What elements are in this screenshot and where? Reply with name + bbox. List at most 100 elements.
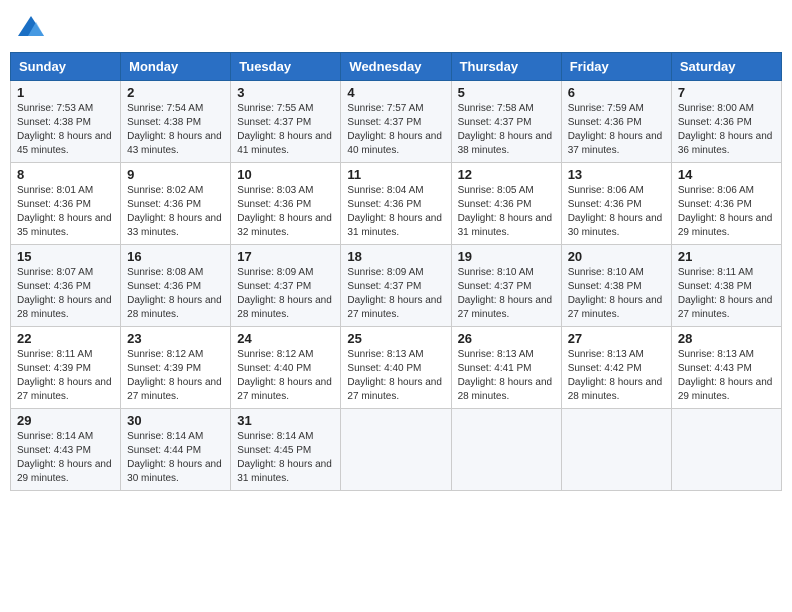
day-number: 30 [127,413,224,428]
calendar-cell: 27 Sunrise: 8:13 AMSunset: 4:42 PMDaylig… [561,327,671,409]
weekday-saturday: Saturday [671,53,781,81]
calendar-cell: 4 Sunrise: 7:57 AMSunset: 4:37 PMDayligh… [341,81,451,163]
calendar-cell: 20 Sunrise: 8:10 AMSunset: 4:38 PMDaylig… [561,245,671,327]
day-detail: Sunrise: 8:09 AMSunset: 4:37 PMDaylight:… [237,266,334,322]
calendar-cell: 2 Sunrise: 7:54 AMSunset: 4:38 PMDayligh… [121,81,231,163]
day-number: 10 [237,167,334,182]
day-detail: Sunrise: 8:10 AMSunset: 4:38 PMDaylight:… [568,266,665,322]
calendar-cell: 11 Sunrise: 8:04 AMSunset: 4:36 PMDaylig… [341,163,451,245]
weekday-monday: Monday [121,53,231,81]
weekday-friday: Friday [561,53,671,81]
day-number: 8 [17,167,114,182]
day-detail: Sunrise: 8:14 AMSunset: 4:43 PMDaylight:… [17,430,114,486]
day-number: 26 [458,331,555,346]
day-number: 7 [678,85,775,100]
calendar-cell: 6 Sunrise: 7:59 AMSunset: 4:36 PMDayligh… [561,81,671,163]
day-number: 4 [347,85,444,100]
day-detail: Sunrise: 8:09 AMSunset: 4:37 PMDaylight:… [347,266,444,322]
day-number: 28 [678,331,775,346]
day-detail: Sunrise: 8:13 AMSunset: 4:41 PMDaylight:… [458,348,555,404]
calendar-cell: 5 Sunrise: 7:58 AMSunset: 4:37 PMDayligh… [451,81,561,163]
day-detail: Sunrise: 8:00 AMSunset: 4:36 PMDaylight:… [678,102,775,158]
calendar-cell: 26 Sunrise: 8:13 AMSunset: 4:41 PMDaylig… [451,327,561,409]
day-detail: Sunrise: 8:14 AMSunset: 4:45 PMDaylight:… [237,430,334,486]
day-detail: Sunrise: 8:02 AMSunset: 4:36 PMDaylight:… [127,184,224,240]
day-detail: Sunrise: 8:11 AMSunset: 4:38 PMDaylight:… [678,266,775,322]
day-number: 6 [568,85,665,100]
calendar-cell [561,409,671,491]
weekday-header-row: SundayMondayTuesdayWednesdayThursdayFrid… [11,53,782,81]
logo-icon [16,14,46,42]
calendar-cell: 23 Sunrise: 8:12 AMSunset: 4:39 PMDaylig… [121,327,231,409]
calendar-cell: 15 Sunrise: 8:07 AMSunset: 4:36 PMDaylig… [11,245,121,327]
calendar-cell: 25 Sunrise: 8:13 AMSunset: 4:40 PMDaylig… [341,327,451,409]
calendar-cell: 29 Sunrise: 8:14 AMSunset: 4:43 PMDaylig… [11,409,121,491]
calendar-cell: 3 Sunrise: 7:55 AMSunset: 4:37 PMDayligh… [231,81,341,163]
calendar-week-2: 8 Sunrise: 8:01 AMSunset: 4:36 PMDayligh… [11,163,782,245]
calendar-cell [671,409,781,491]
calendar-cell: 9 Sunrise: 8:02 AMSunset: 4:36 PMDayligh… [121,163,231,245]
day-number: 14 [678,167,775,182]
day-detail: Sunrise: 8:04 AMSunset: 4:36 PMDaylight:… [347,184,444,240]
day-number: 12 [458,167,555,182]
day-detail: Sunrise: 8:08 AMSunset: 4:36 PMDaylight:… [127,266,224,322]
calendar-week-4: 22 Sunrise: 8:11 AMSunset: 4:39 PMDaylig… [11,327,782,409]
weekday-wednesday: Wednesday [341,53,451,81]
day-detail: Sunrise: 8:06 AMSunset: 4:36 PMDaylight:… [568,184,665,240]
day-number: 27 [568,331,665,346]
calendar-cell: 12 Sunrise: 8:05 AMSunset: 4:36 PMDaylig… [451,163,561,245]
calendar-cell: 22 Sunrise: 8:11 AMSunset: 4:39 PMDaylig… [11,327,121,409]
day-detail: Sunrise: 7:55 AMSunset: 4:37 PMDaylight:… [237,102,334,158]
day-detail: Sunrise: 8:12 AMSunset: 4:39 PMDaylight:… [127,348,224,404]
day-number: 13 [568,167,665,182]
calendar-cell [341,409,451,491]
day-number: 19 [458,249,555,264]
day-detail: Sunrise: 8:05 AMSunset: 4:36 PMDaylight:… [458,184,555,240]
calendar-cell: 28 Sunrise: 8:13 AMSunset: 4:43 PMDaylig… [671,327,781,409]
day-number: 18 [347,249,444,264]
day-detail: Sunrise: 7:57 AMSunset: 4:37 PMDaylight:… [347,102,444,158]
day-number: 17 [237,249,334,264]
day-number: 22 [17,331,114,346]
day-detail: Sunrise: 8:13 AMSunset: 4:40 PMDaylight:… [347,348,444,404]
weekday-tuesday: Tuesday [231,53,341,81]
day-number: 2 [127,85,224,100]
day-number: 16 [127,249,224,264]
day-number: 1 [17,85,114,100]
day-detail: Sunrise: 8:14 AMSunset: 4:44 PMDaylight:… [127,430,224,486]
day-number: 29 [17,413,114,428]
day-number: 25 [347,331,444,346]
day-number: 5 [458,85,555,100]
calendar-cell: 14 Sunrise: 8:06 AMSunset: 4:36 PMDaylig… [671,163,781,245]
day-number: 21 [678,249,775,264]
calendar-cell: 18 Sunrise: 8:09 AMSunset: 4:37 PMDaylig… [341,245,451,327]
day-detail: Sunrise: 8:10 AMSunset: 4:37 PMDaylight:… [458,266,555,322]
calendar-week-1: 1 Sunrise: 7:53 AMSunset: 4:38 PMDayligh… [11,81,782,163]
day-number: 3 [237,85,334,100]
day-detail: Sunrise: 8:12 AMSunset: 4:40 PMDaylight:… [237,348,334,404]
calendar-cell: 13 Sunrise: 8:06 AMSunset: 4:36 PMDaylig… [561,163,671,245]
calendar-cell: 8 Sunrise: 8:01 AMSunset: 4:36 PMDayligh… [11,163,121,245]
day-detail: Sunrise: 8:06 AMSunset: 4:36 PMDaylight:… [678,184,775,240]
day-detail: Sunrise: 8:13 AMSunset: 4:43 PMDaylight:… [678,348,775,404]
calendar-cell [451,409,561,491]
weekday-thursday: Thursday [451,53,561,81]
day-detail: Sunrise: 8:01 AMSunset: 4:36 PMDaylight:… [17,184,114,240]
day-number: 20 [568,249,665,264]
calendar-cell: 10 Sunrise: 8:03 AMSunset: 4:36 PMDaylig… [231,163,341,245]
day-number: 23 [127,331,224,346]
calendar-cell: 17 Sunrise: 8:09 AMSunset: 4:37 PMDaylig… [231,245,341,327]
day-detail: Sunrise: 7:53 AMSunset: 4:38 PMDaylight:… [17,102,114,158]
day-number: 11 [347,167,444,182]
day-detail: Sunrise: 8:07 AMSunset: 4:36 PMDaylight:… [17,266,114,322]
day-detail: Sunrise: 8:11 AMSunset: 4:39 PMDaylight:… [17,348,114,404]
day-detail: Sunrise: 8:03 AMSunset: 4:36 PMDaylight:… [237,184,334,240]
calendar-cell: 1 Sunrise: 7:53 AMSunset: 4:38 PMDayligh… [11,81,121,163]
calendar-cell: 30 Sunrise: 8:14 AMSunset: 4:44 PMDaylig… [121,409,231,491]
calendar-cell: 21 Sunrise: 8:11 AMSunset: 4:38 PMDaylig… [671,245,781,327]
day-detail: Sunrise: 8:13 AMSunset: 4:42 PMDaylight:… [568,348,665,404]
calendar-table: SundayMondayTuesdayWednesdayThursdayFrid… [10,52,782,491]
calendar-body: 1 Sunrise: 7:53 AMSunset: 4:38 PMDayligh… [11,81,782,491]
day-detail: Sunrise: 7:58 AMSunset: 4:37 PMDaylight:… [458,102,555,158]
calendar-cell: 19 Sunrise: 8:10 AMSunset: 4:37 PMDaylig… [451,245,561,327]
